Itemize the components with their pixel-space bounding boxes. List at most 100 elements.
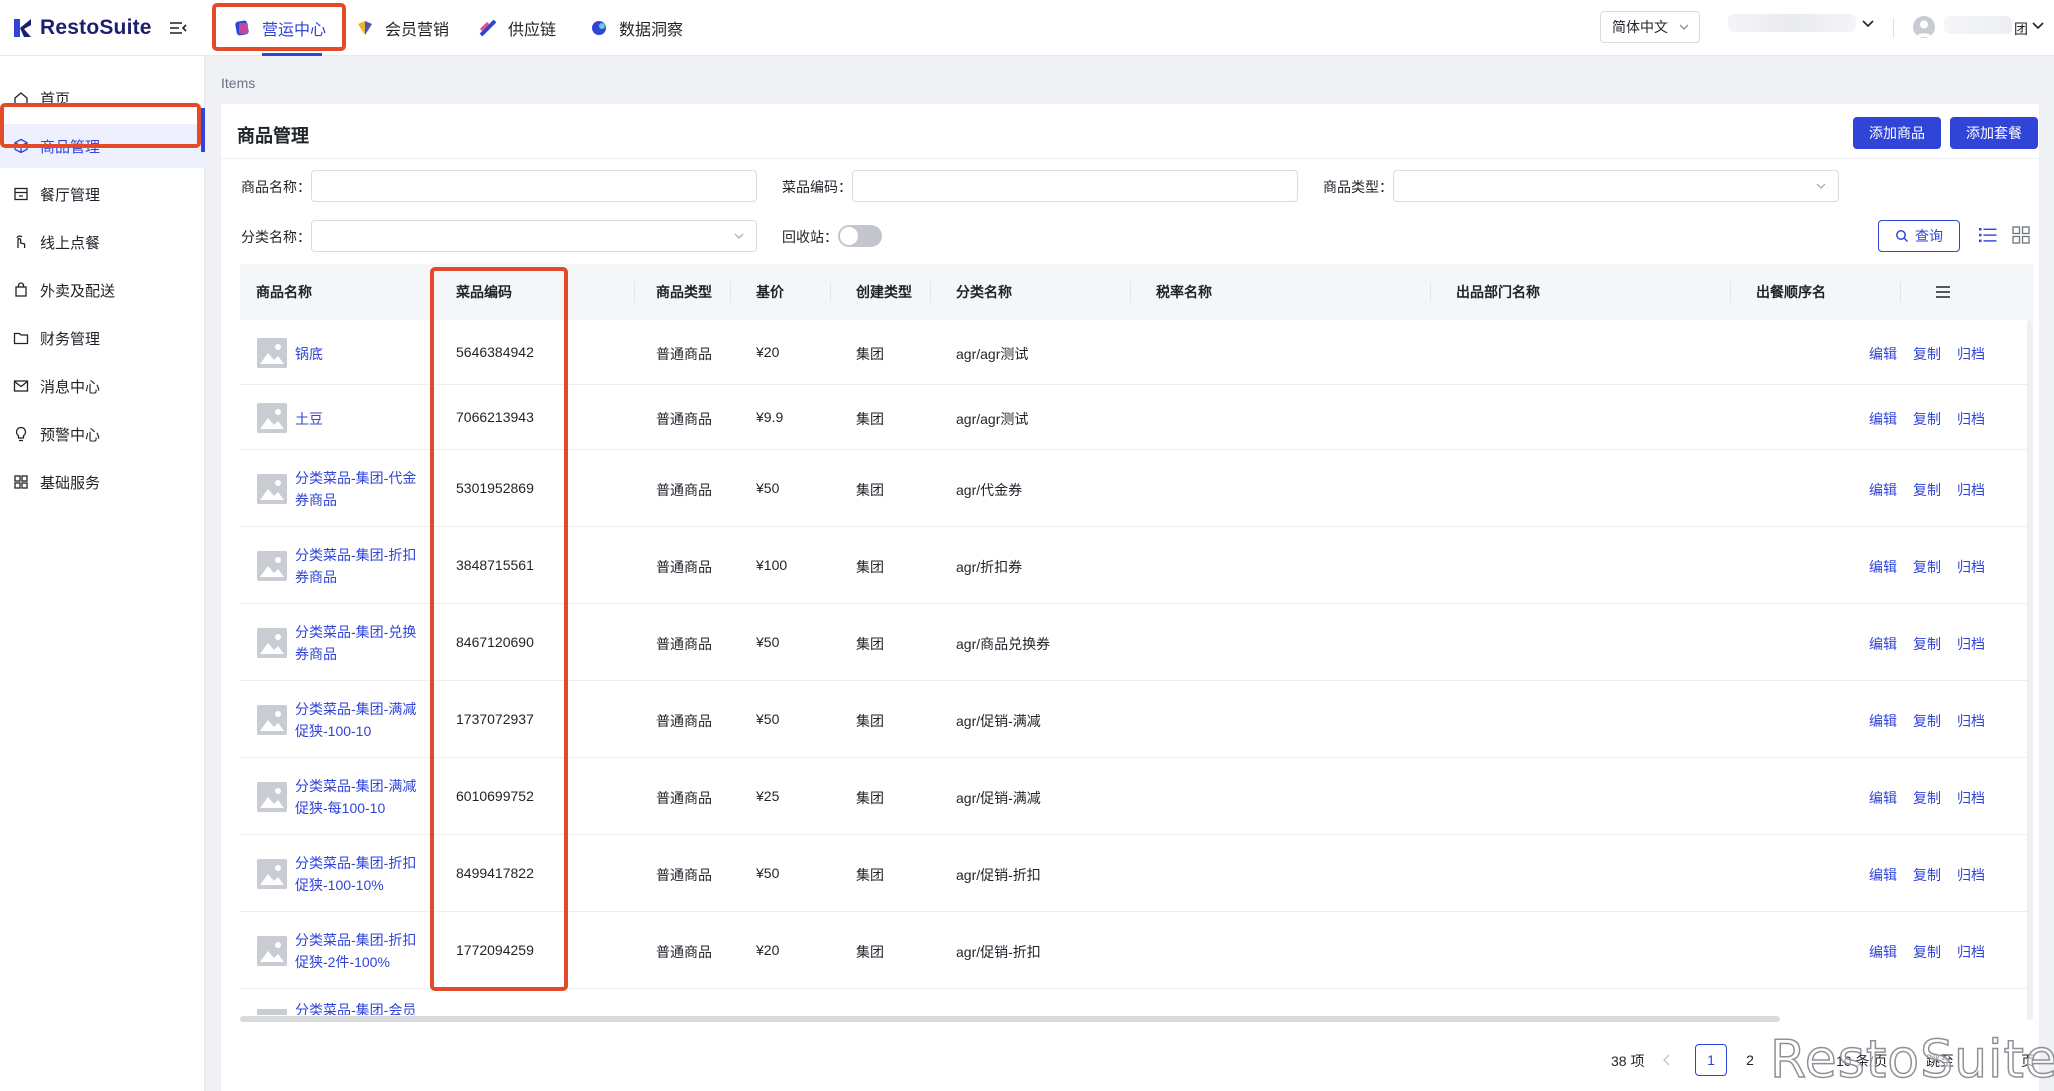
user-name-blurred[interactable]	[1944, 16, 2012, 34]
edit-link[interactable]: 编辑	[1869, 344, 1897, 364]
archive-link[interactable]: 归档	[1957, 634, 1985, 654]
copy-link[interactable]: 复制	[1913, 788, 1941, 808]
image-placeholder-icon	[257, 403, 287, 433]
user-icon	[1916, 20, 1932, 37]
archive-link[interactable]: 归档	[1957, 344, 1985, 364]
sidebar-item-online-order[interactable]: 线上点餐	[0, 220, 205, 264]
archive-link[interactable]: 归档	[1957, 942, 1985, 962]
archive-link[interactable]: 归档	[1957, 711, 1985, 731]
app-name: RestoSuite	[40, 16, 152, 39]
item-name-link[interactable]: 分类菜品-集团-满减促狭-100-10	[295, 698, 425, 742]
base-price: ¥25	[756, 788, 780, 804]
item-type-select[interactable]	[1393, 170, 1839, 202]
item-name-link[interactable]: 分类菜品-集团-会员	[295, 999, 425, 1015]
item-name-link[interactable]: 分类菜品-集团-折扣促狭-100-10%	[295, 852, 425, 896]
copy-link[interactable]: 复制	[1913, 344, 1941, 364]
organization-name-blurred[interactable]	[1728, 14, 1856, 32]
copy-link[interactable]: 复制	[1913, 409, 1941, 429]
sidebar-item-label: 基础服务	[40, 474, 101, 492]
chevron-down-icon[interactable]	[2032, 22, 2044, 30]
chevron-left-icon[interactable]	[1662, 1054, 1672, 1066]
tab-member-marketing-label: 会员营销	[385, 22, 450, 39]
language-select-value: 简体中文	[1612, 19, 1668, 35]
item-name-label: 商品名称：	[241, 179, 311, 195]
item-name-link[interactable]: 分类菜品-集团-折扣券商品	[295, 544, 425, 588]
chevron-down-icon[interactable]	[1862, 20, 1874, 28]
archive-link[interactable]: 归档	[1957, 865, 1985, 885]
edit-link[interactable]: 编辑	[1869, 480, 1897, 500]
list-view-icon[interactable]	[1977, 224, 1999, 246]
table-row-partial: 分类菜品-集团-会员	[240, 989, 2034, 1015]
language-select[interactable]: 简体中文	[1600, 11, 1700, 43]
archive-link[interactable]: 归档	[1957, 788, 1985, 808]
copy-link[interactable]: 复制	[1913, 865, 1941, 885]
archive-link[interactable]: 归档	[1957, 557, 1985, 577]
horizontal-scrollbar[interactable]	[240, 1016, 1780, 1022]
breadcrumb[interactable]: Items	[221, 75, 255, 91]
edit-link[interactable]: 编辑	[1869, 557, 1897, 577]
item-name-link[interactable]: 分类菜品-集团-兑换券商品	[295, 621, 425, 665]
menu-collapse-icon[interactable]	[168, 18, 188, 38]
edit-link[interactable]: 编辑	[1869, 634, 1897, 654]
tab-data-insight[interactable]: 数据洞察	[589, 8, 683, 48]
item-type: 普通商品	[656, 944, 712, 960]
sidebar-item-basic-services[interactable]: 基础服务	[0, 460, 205, 504]
sidebar-item-alerts[interactable]: 预警中心	[0, 412, 205, 456]
item-type: 普通商品	[656, 559, 712, 575]
item-name-link[interactable]: 分类菜品-集团-折扣促狭-2件-100%	[295, 929, 425, 973]
recycle-bin-toggle[interactable]	[838, 225, 882, 247]
sidebar-item-finance[interactable]: 财务管理	[0, 316, 205, 360]
copy-link[interactable]: 复制	[1913, 711, 1941, 731]
item-name-input[interactable]	[311, 170, 757, 202]
add-item-button[interactable]: 添加商品	[1853, 117, 1941, 149]
pagination-page-1[interactable]: 1	[1695, 1044, 1727, 1076]
tab-supply-chain-label: 供应链	[508, 22, 557, 39]
hand-pointer-icon	[16, 235, 26, 248]
sidebar-active-indicator	[201, 108, 205, 152]
sidebar-item-label: 消息中心	[40, 378, 101, 396]
edit-link[interactable]: 编辑	[1869, 711, 1897, 731]
archive-link[interactable]: 归档	[1957, 409, 1985, 429]
pagination-total: 38 项	[1611, 1053, 1645, 1069]
chevron-down-icon	[1816, 183, 1826, 189]
edit-link[interactable]: 编辑	[1869, 788, 1897, 808]
tab-supply-chain[interactable]: 供应链	[478, 8, 556, 48]
creator-type: 集团	[856, 411, 884, 427]
column-header: 商品名称	[256, 284, 312, 300]
chevron-down-icon	[734, 233, 744, 239]
copy-link[interactable]: 复制	[1913, 480, 1941, 500]
creator-type: 集团	[856, 790, 884, 806]
edit-link[interactable]: 编辑	[1869, 409, 1897, 429]
add-combo-button[interactable]: 添加套餐	[1950, 117, 2038, 149]
divider	[1730, 282, 1731, 302]
edit-link[interactable]: 编辑	[1869, 865, 1897, 885]
sidebar-item-messages[interactable]: 消息中心	[0, 364, 205, 408]
category-select[interactable]	[311, 220, 757, 252]
sidebar-item-delivery[interactable]: 外卖及配送	[0, 268, 205, 312]
item-name-link[interactable]: 分类菜品-集团-满减促狭-每100-10	[295, 775, 425, 819]
mail-icon	[13, 380, 29, 392]
archive-link[interactable]: 归档	[1957, 480, 1985, 500]
copy-link[interactable]: 复制	[1913, 942, 1941, 962]
copy-link[interactable]: 复制	[1913, 557, 1941, 577]
query-button[interactable]: 查询	[1878, 220, 1960, 252]
item-name-link[interactable]: 分类菜品-集团-代金券商品	[295, 467, 425, 511]
grid-view-icon[interactable]	[2011, 225, 2031, 245]
pagination-page-2[interactable]: 2	[1734, 1044, 1766, 1076]
image-placeholder-icon	[257, 551, 287, 581]
copy-link[interactable]: 复制	[1913, 634, 1941, 654]
column-settings-icon[interactable]	[1935, 285, 1951, 299]
divider	[1430, 282, 1431, 302]
logo[interactable]: RestoSuite	[12, 14, 152, 42]
item-code-input[interactable]	[852, 170, 1298, 202]
item-name-link[interactable]: 土豆	[295, 408, 425, 430]
vertical-scrollbar[interactable]	[2027, 320, 2033, 1020]
avatar[interactable]	[1913, 16, 1935, 38]
divider	[730, 282, 731, 302]
tab-member-marketing[interactable]: 会员营销	[355, 8, 449, 48]
tab-data-insight-label: 数据洞察	[619, 22, 684, 39]
bag-icon	[15, 282, 27, 297]
item-name-link[interactable]: 锅底	[295, 343, 425, 365]
sidebar-item-restaurant[interactable]: 餐厅管理	[0, 172, 205, 216]
edit-link[interactable]: 编辑	[1869, 942, 1897, 962]
